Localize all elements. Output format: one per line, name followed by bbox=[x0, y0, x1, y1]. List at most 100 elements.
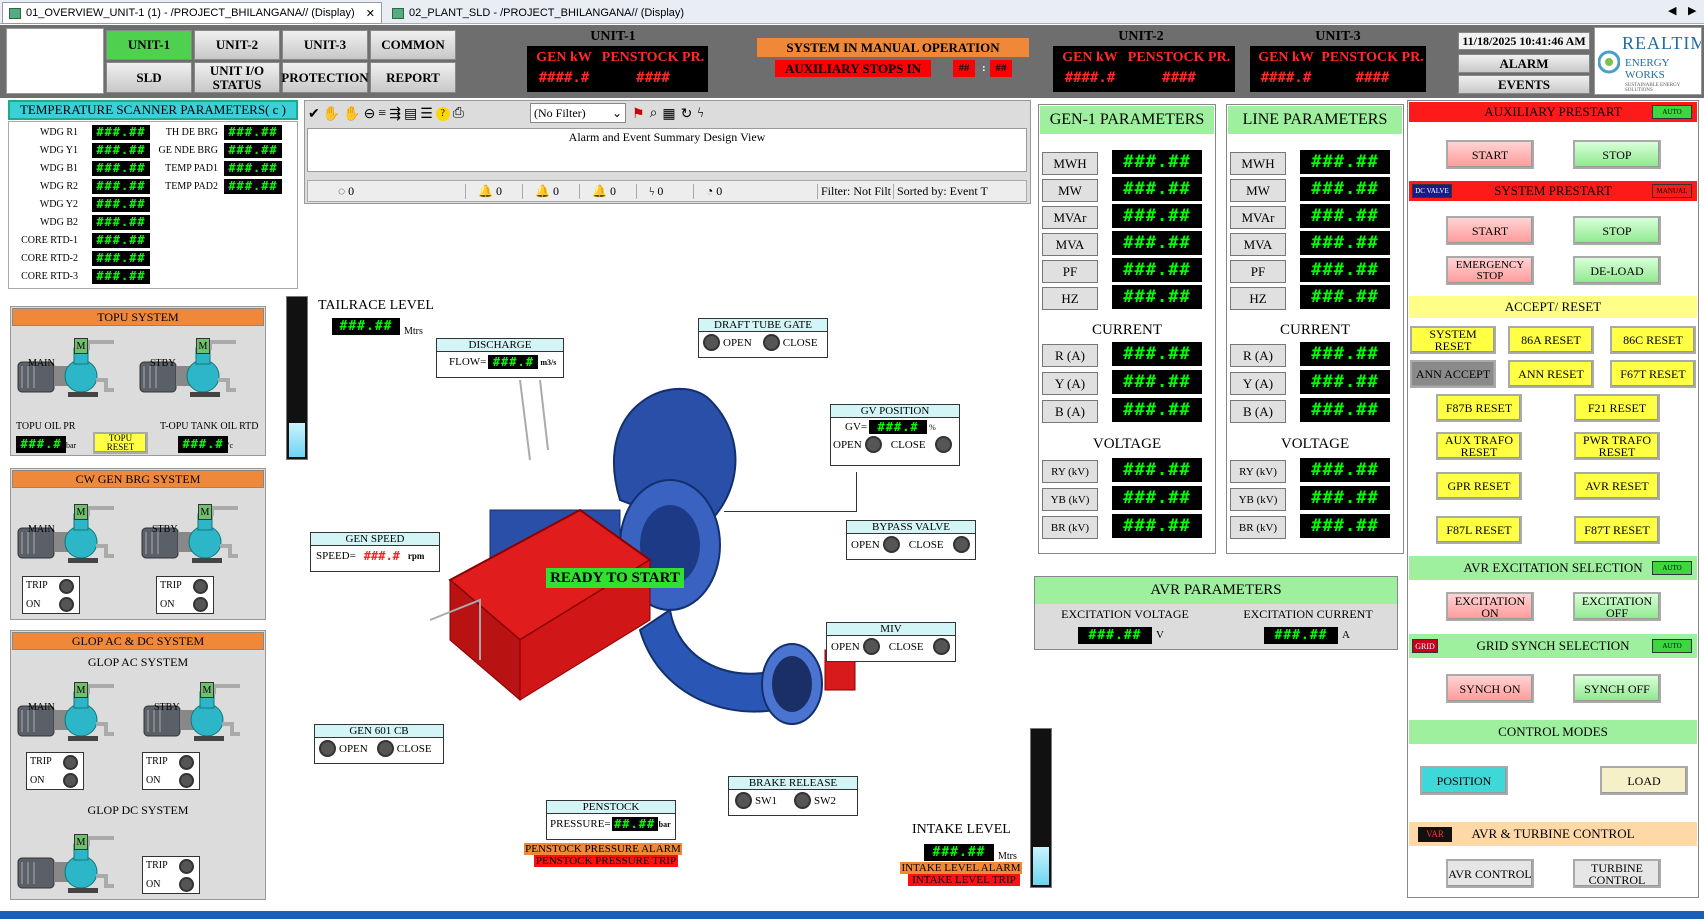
trip-on-box: TRIP ON bbox=[142, 752, 200, 790]
miv-open-indicator[interactable] bbox=[862, 638, 880, 655]
events-button[interactable]: EVENTS bbox=[1458, 75, 1590, 94]
gv-close-indicator[interactable] bbox=[934, 436, 952, 453]
export-icon[interactable]: ⇶ bbox=[389, 106, 401, 123]
current-value: ###.## bbox=[1300, 398, 1390, 422]
grid-icon[interactable]: ▦ bbox=[662, 106, 675, 123]
temp-label: GE NDE BRG bbox=[158, 145, 218, 156]
hand-all-icon[interactable]: ✋ bbox=[343, 106, 360, 123]
bypass-close-label: CLOSE bbox=[908, 538, 944, 551]
topu-reset-button[interactable]: TOPU RESET bbox=[93, 432, 148, 454]
aux-stop-button[interactable]: STOP bbox=[1573, 140, 1661, 169]
scroll-tabs-left-icon[interactable]: ◀ bbox=[1668, 4, 1676, 17]
sys-start-button[interactable]: START bbox=[1446, 216, 1534, 245]
status-count-flash: ϟ 0 bbox=[637, 183, 694, 199]
print-icon[interactable]: ⎙ bbox=[453, 106, 464, 122]
speed-unit: rpm bbox=[407, 551, 425, 561]
sort-icon[interactable]: ≡ bbox=[378, 106, 386, 122]
reset-button-4[interactable]: ANN ACCEPT bbox=[1410, 360, 1496, 388]
nav-unit3[interactable]: UNIT-3 bbox=[282, 30, 368, 60]
reset-button-11[interactable]: GPR RESET bbox=[1436, 472, 1522, 500]
status-count-help: ◔ 0 bbox=[694, 183, 818, 199]
list-icon[interactable]: ☰ bbox=[420, 106, 433, 123]
synch-on-button[interactable]: SYNCH ON bbox=[1446, 674, 1534, 703]
glop-ac-label: GLOP AC SYSTEM bbox=[87, 655, 189, 669]
unit3-header-title: UNIT-3 bbox=[1315, 29, 1361, 44]
reset-button-10[interactable]: PWR TRAFO RESET bbox=[1574, 432, 1660, 460]
avr-exc-title: AVR EXCITATION SELECTION bbox=[1463, 560, 1643, 575]
voltage-label: BR (kV) bbox=[1230, 516, 1286, 539]
lightning-icon[interactable]: ϟ bbox=[697, 106, 703, 122]
filter-select[interactable]: (No Filter) ⌄ bbox=[530, 103, 626, 123]
reset-button-2[interactable]: 86A RESET bbox=[1508, 326, 1594, 354]
hand-icon[interactable]: ✋ bbox=[323, 106, 340, 123]
dtg-open-indicator[interactable] bbox=[703, 334, 720, 351]
synch-off-button[interactable]: SYNCH OFF bbox=[1573, 674, 1661, 703]
avr-control-button[interactable]: AVR CONTROL bbox=[1446, 859, 1534, 888]
logo-line3: SUSTAINABLE ENERGY SOLUTIONS bbox=[1625, 83, 1681, 93]
dtg-close-indicator[interactable] bbox=[762, 334, 780, 351]
trip-label: TRIP bbox=[160, 580, 182, 591]
gv-open-indicator[interactable] bbox=[864, 436, 882, 453]
avr-ec-unit: A bbox=[1342, 629, 1350, 641]
current-label: B (A) bbox=[1042, 400, 1098, 423]
current-label: B (A) bbox=[1230, 400, 1286, 423]
deload-button[interactable]: DE-LOAD bbox=[1573, 256, 1661, 285]
search-icon[interactable]: ⌕ bbox=[650, 106, 658, 122]
tab-overview[interactable]: 01_OVERVIEW_UNIT-1 (1) - /PROJECT_BHILAN… bbox=[2, 2, 382, 24]
bypass-open-indicator[interactable] bbox=[882, 536, 900, 553]
ack-icon[interactable]: ✔ bbox=[308, 106, 320, 123]
reset-button-12[interactable]: AVR RESET bbox=[1574, 472, 1660, 500]
nav-common[interactable]: COMMON bbox=[370, 30, 456, 60]
nav-report[interactable]: REPORT bbox=[370, 62, 456, 93]
sw1-indicator[interactable] bbox=[735, 792, 752, 809]
close-icon[interactable]: ✕ bbox=[366, 7, 375, 20]
reset-button-3[interactable]: 86C RESET bbox=[1610, 326, 1696, 354]
nav-unit1[interactable]: UNIT-1 bbox=[106, 30, 192, 60]
excitation-on-button[interactable]: EXCITATION ON bbox=[1446, 592, 1534, 621]
avr-title: AVR PARAMETERS bbox=[1035, 577, 1397, 604]
aux-start-button[interactable]: START bbox=[1446, 140, 1534, 169]
load-mode-button[interactable]: LOAD bbox=[1600, 766, 1688, 795]
scroll-tabs-right-icon[interactable]: ▶ bbox=[1688, 4, 1696, 17]
status-count-bell3: 🔔 0 bbox=[580, 183, 637, 199]
tab-plant-sld[interactable]: 02_PLANT_SLD - /PROJECT_BHILANGANA// (Di… bbox=[386, 2, 716, 24]
nav-unit-io[interactable]: UNIT I/O STATUS bbox=[194, 62, 280, 93]
help-icon[interactable]: ? bbox=[435, 107, 450, 121]
nav-protection[interactable]: PROTECTION bbox=[281, 62, 369, 93]
reset-button-7[interactable]: F87B RESET bbox=[1436, 394, 1522, 422]
reset-button-13[interactable]: F87L RESET bbox=[1436, 516, 1522, 544]
cb-open-indicator[interactable] bbox=[319, 740, 336, 757]
reset-button-8[interactable]: F21 RESET bbox=[1574, 394, 1660, 422]
on-indicator bbox=[63, 773, 78, 788]
miv-close-indicator[interactable] bbox=[932, 638, 950, 655]
pressure-value: ##.## bbox=[611, 817, 658, 831]
on-label: ON bbox=[146, 775, 161, 786]
reset-button-1[interactable]: SYSTEM RESET bbox=[1410, 326, 1496, 354]
excitation-off-button[interactable]: EXCITATION OFF bbox=[1573, 592, 1661, 621]
nav-unit2[interactable]: UNIT-2 bbox=[194, 30, 280, 60]
page-icon[interactable]: ▤ bbox=[404, 106, 417, 123]
reset-button-9[interactable]: AUX TRAFO RESET bbox=[1436, 432, 1522, 460]
gv-value: ###.# bbox=[869, 420, 928, 434]
refresh-icon[interactable]: ↻ bbox=[681, 106, 693, 123]
gen-cb-box: GEN 601 CB OPEN CLOSE bbox=[314, 724, 444, 764]
minus-circle-icon[interactable]: ⊖ bbox=[364, 106, 376, 123]
bypass-close-indicator[interactable] bbox=[952, 536, 970, 553]
sw2-indicator[interactable] bbox=[794, 792, 811, 809]
pump-label: STBY bbox=[154, 702, 180, 713]
reset-button-5[interactable]: ANN RESET bbox=[1508, 360, 1594, 388]
turbine-control-button[interactable]: TURBINE CONTROL bbox=[1573, 859, 1661, 888]
cb-close-indicator[interactable] bbox=[376, 740, 394, 757]
filter-icon[interactable]: ⚑ bbox=[632, 106, 645, 123]
param-value: ###.## bbox=[1300, 231, 1390, 255]
emergency-stop-button[interactable]: EMERGENCY STOP bbox=[1446, 256, 1534, 285]
nav-sld[interactable]: SLD bbox=[106, 62, 192, 93]
current-value: ###.## bbox=[1300, 342, 1390, 366]
alarm-button[interactable]: ALARM bbox=[1458, 54, 1590, 73]
reset-button-14[interactable]: F87T RESET bbox=[1574, 516, 1660, 544]
position-mode-button[interactable]: POSITION bbox=[1420, 766, 1508, 795]
spiral-casing bbox=[613, 387, 856, 725]
sys-stop-button[interactable]: STOP bbox=[1573, 216, 1661, 245]
reset-button-6[interactable]: F67T RESET bbox=[1610, 360, 1696, 388]
miv-title: MIV bbox=[827, 623, 955, 636]
